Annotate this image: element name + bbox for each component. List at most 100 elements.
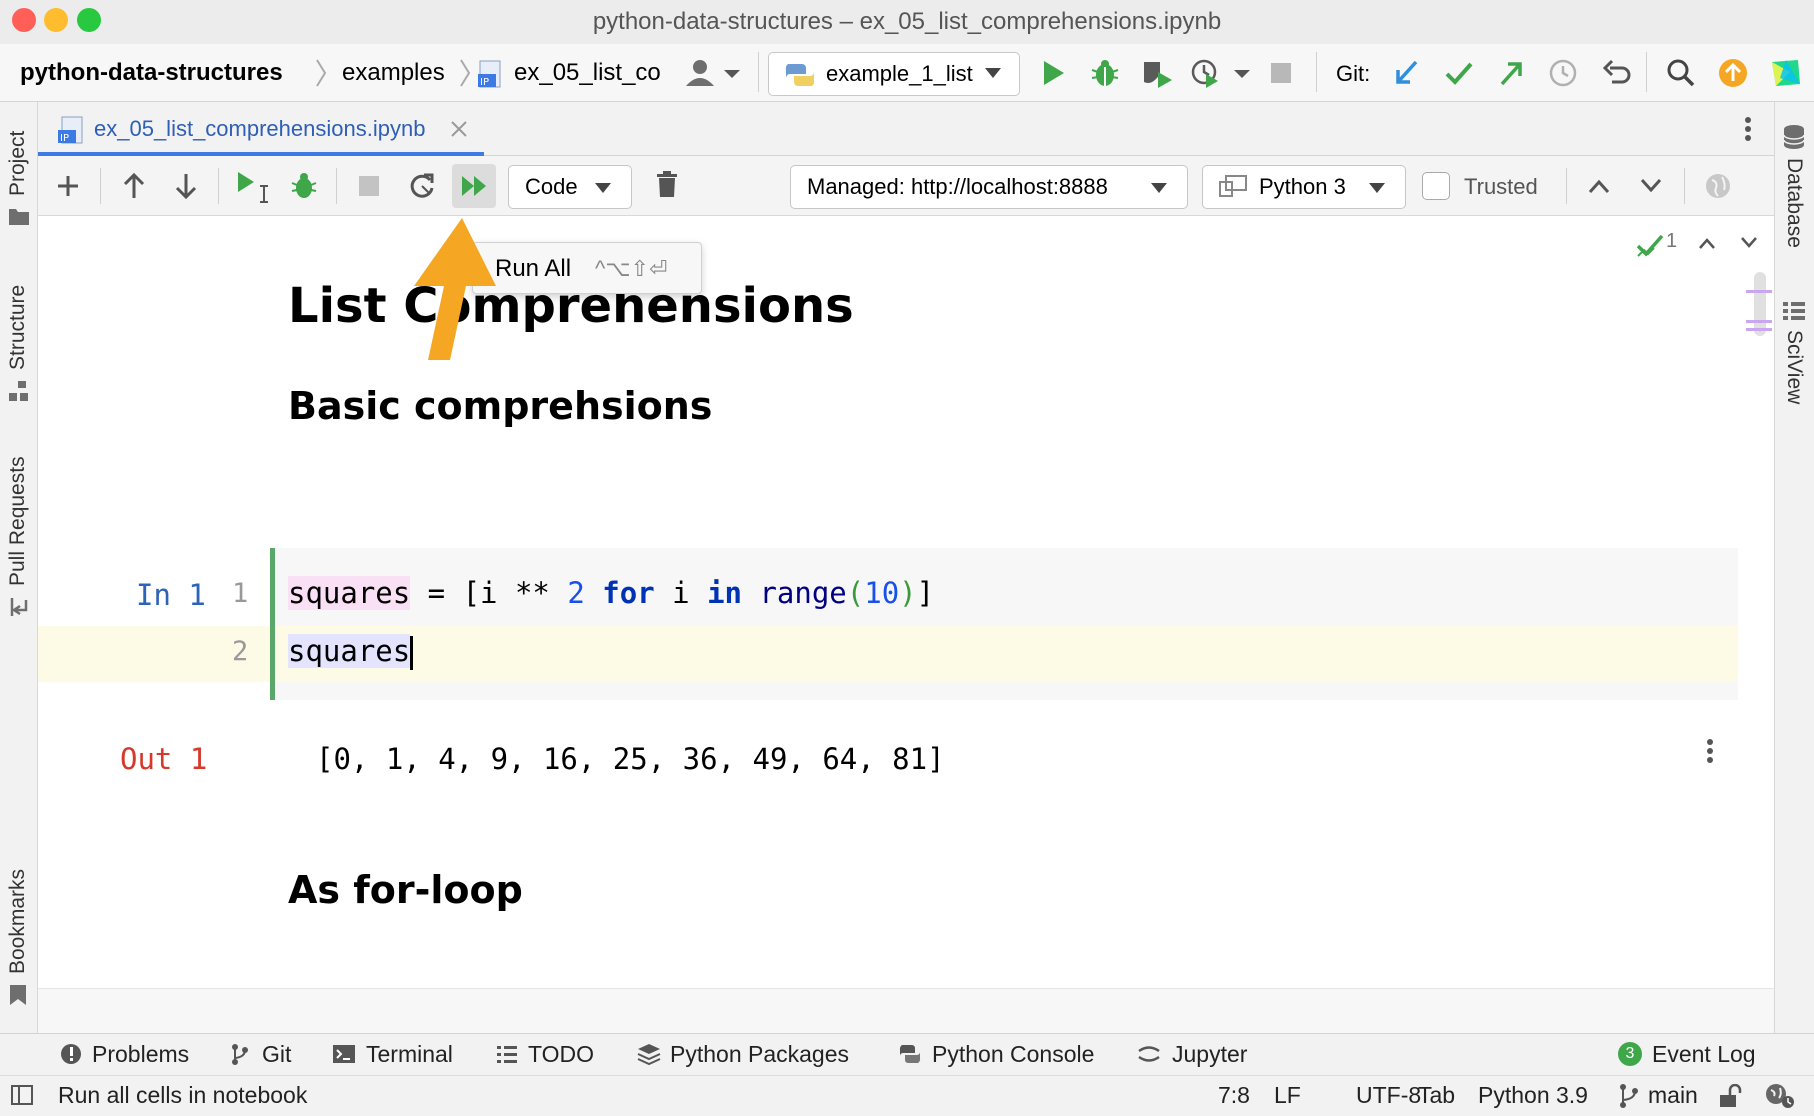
editor-tab-label: ex_05_list_comprehensions.ipynb — [94, 116, 426, 141]
status-indent[interactable]: Tab — [1418, 1075, 1455, 1116]
inspection-count: 1 — [1666, 230, 1678, 252]
coverage-icon[interactable] — [1140, 58, 1174, 88]
markdown-heading-2: Basic comprehsions — [288, 384, 713, 428]
event-log-badge: 3 — [1618, 1042, 1642, 1066]
lock-icon[interactable] — [1718, 1084, 1744, 1108]
sidebar-tab-pull-requests[interactable]: Pull Requests — [6, 456, 30, 586]
title-bar: python-data-structures – ex_05_list_comp… — [0, 0, 1814, 44]
breadcrumb-separator-icon — [458, 58, 472, 88]
folder-icon — [8, 206, 30, 226]
cell-output: [0, 1, 4, 9, 16, 25, 36, 49, 64, 81] — [316, 742, 945, 776]
move-cell-up-icon[interactable] — [122, 172, 146, 200]
tooltip-shortcut: ^⌥⇧⏎ — [595, 256, 668, 281]
paren-token: ) — [899, 576, 917, 610]
sidebar-tab-database[interactable]: Database — [1782, 158, 1806, 248]
divider — [1566, 168, 1567, 204]
chevron-down-icon — [1150, 181, 1168, 195]
breadcrumb-folder[interactable]: examples — [342, 44, 445, 102]
editor-footer — [38, 988, 1774, 1033]
breadcrumb-file[interactable]: ex_05_list_co — [514, 44, 661, 102]
divider — [1684, 168, 1685, 204]
status-message: Run all cells in notebook — [58, 1082, 308, 1108]
cell-type-select[interactable]: Code — [508, 165, 632, 209]
tool-todo[interactable]: TODO — [528, 1033, 594, 1075]
variable-token: squares — [288, 634, 411, 668]
code-line-1[interactable]: squares = [i ** 2 for i in range(10)] — [288, 576, 934, 610]
rollback-icon[interactable] — [1602, 58, 1632, 88]
notifications-icon[interactable] — [1764, 1082, 1796, 1110]
scrollbar-thumb[interactable] — [1754, 272, 1766, 336]
git-history-icon[interactable] — [1548, 58, 1578, 88]
previous-cell-icon[interactable] — [1588, 178, 1610, 194]
globe-icon[interactable] — [1704, 172, 1732, 200]
status-caret-position[interactable]: 7:8 — [1218, 1075, 1250, 1116]
search-icon[interactable] — [1666, 58, 1696, 88]
scrollbar-marker — [1746, 328, 1772, 331]
run-icon[interactable] — [1040, 58, 1068, 88]
divider — [100, 168, 101, 204]
debug-icon[interactable] — [1090, 58, 1120, 88]
code-line-2[interactable]: squares — [288, 634, 414, 670]
run-cell-icon[interactable] — [236, 170, 272, 204]
tool-git[interactable]: Git — [262, 1033, 291, 1075]
tool-python-packages[interactable]: Python Packages — [670, 1033, 849, 1075]
move-cell-down-icon[interactable] — [174, 172, 198, 200]
tool-terminal[interactable]: Terminal — [366, 1033, 453, 1075]
profile-icon[interactable] — [1190, 58, 1250, 88]
divider — [758, 52, 759, 92]
previous-highlight-icon[interactable] — [1698, 236, 1716, 250]
git-commit-icon[interactable] — [1444, 58, 1474, 88]
annotation-arrow-icon — [400, 210, 500, 366]
git-push-icon[interactable] — [1496, 58, 1526, 88]
status-interpreter[interactable]: Python 3.9 — [1478, 1075, 1588, 1116]
update-icon[interactable] — [1718, 58, 1748, 88]
svg-text:IP: IP — [60, 133, 69, 144]
tool-jupyter[interactable]: Jupyter — [1172, 1033, 1247, 1075]
status-line-separator[interactable]: LF — [1274, 1075, 1301, 1116]
markdown-heading-3: As for-loop — [288, 868, 523, 912]
sidebar-tab-project[interactable]: Project — [6, 131, 30, 196]
text-caret — [410, 636, 414, 670]
more-options-icon[interactable] — [1744, 116, 1752, 142]
tool-event-log[interactable]: Event Log — [1652, 1033, 1756, 1075]
status-encoding[interactable]: UTF-8 — [1356, 1075, 1421, 1116]
breadcrumb-project[interactable]: python-data-structures — [20, 44, 283, 102]
cell-in-label: In 1 — [136, 578, 206, 612]
git-label: Git: — [1336, 61, 1371, 86]
restart-kernel-icon[interactable] — [408, 172, 436, 200]
sidebar-tab-bookmarks[interactable]: Bookmarks — [6, 869, 30, 974]
next-highlight-icon[interactable] — [1740, 236, 1758, 250]
git-update-icon[interactable] — [1392, 58, 1422, 88]
output-menu-icon[interactable] — [1706, 738, 1714, 764]
inspection-ok-icon[interactable] — [1636, 232, 1664, 258]
run-all-icon — [462, 176, 486, 196]
stop-icon[interactable] — [1270, 62, 1292, 84]
add-cell-icon[interactable] — [56, 174, 80, 198]
svg-text:IP: IP — [480, 77, 489, 88]
next-cell-icon[interactable] — [1640, 178, 1662, 194]
tool-python-console[interactable]: Python Console — [932, 1033, 1094, 1075]
pycharm-logo-icon[interactable] — [1770, 58, 1802, 88]
tool-problems[interactable]: Problems — [92, 1033, 189, 1075]
run-all-button[interactable] — [452, 164, 496, 208]
divider — [1646, 52, 1647, 92]
notebook-file-icon: IP — [478, 60, 504, 90]
jupyter-server-label: Managed: http://localhost:8888 — [807, 174, 1108, 199]
sidebar-tab-sciview[interactable]: SciView — [1782, 330, 1806, 404]
chevron-down-icon — [984, 66, 1002, 80]
run-all-tooltip: Run All ^⌥⇧⏎ — [472, 242, 702, 294]
close-tab-icon[interactable] — [450, 120, 468, 138]
interrupt-kernel-icon[interactable] — [358, 175, 380, 197]
debug-cell-icon[interactable] — [290, 172, 318, 200]
delete-cell-icon[interactable] — [656, 170, 678, 198]
sciview-icon — [1782, 300, 1806, 322]
python-console-icon — [898, 1043, 922, 1065]
trusted-checkbox[interactable] — [1422, 172, 1450, 200]
sidebar-tab-structure[interactable]: Structure — [6, 285, 30, 370]
jupyter-server-select[interactable]: Managed: http://localhost:8888 — [790, 165, 1188, 209]
user-icon[interactable] — [684, 58, 740, 88]
structure-icon — [8, 380, 30, 402]
status-branch[interactable]: main — [1648, 1075, 1698, 1116]
code-token: = [i ** — [410, 576, 568, 610]
toggle-tool-windows-icon[interactable] — [10, 1084, 34, 1106]
